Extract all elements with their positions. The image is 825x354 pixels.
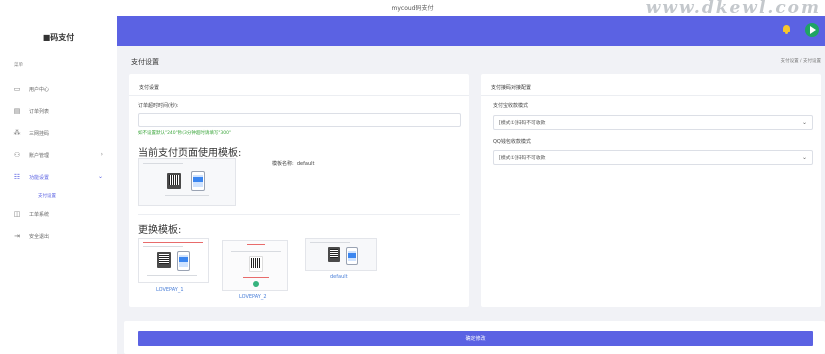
template-label[interactable]: LOVEPAY_2: [239, 294, 267, 300]
current-template-thumbnail: [138, 158, 236, 206]
divider: [129, 95, 469, 96]
sidebar-item-logout[interactable]: ⇥ 安全退出: [0, 225, 117, 247]
avatar[interactable]: [805, 23, 819, 37]
chevron-right-icon: ›: [100, 151, 103, 158]
sidebar-item-label: 账户管理: [29, 152, 50, 159]
current-template-heading: 当前支付页面使用模板:: [138, 148, 242, 159]
chevron-down-icon: ⌄: [801, 119, 807, 126]
pay-settings-card: 支付设置 订单超时时间(秒): 如不设置默认"240"秒(3分钟超时请填写"30…: [129, 74, 469, 307]
timeout-input[interactable]: [138, 113, 461, 127]
sidebar-menu: ▭ 用户中心 ▤ 订单列表 ⁂ 三网挂码 ⚇ 账户管理 › ☷ 功能设置 ⌄ 支…: [0, 78, 117, 247]
card-title: 支付设置: [139, 85, 160, 91]
sidebar-item-user-center[interactable]: ▭ 用户中心: [0, 78, 117, 100]
sidebar-subitem-pay-settings[interactable]: 支付设置: [0, 188, 117, 203]
template-label[interactable]: LOVEPAY_1: [156, 287, 184, 293]
users-icon: ⚇: [13, 151, 21, 159]
template-name-value: default: [296, 161, 315, 167]
qq-mode-select[interactable]: [模式①]扫码不可收款 ⌄: [493, 150, 813, 165]
brand-logo[interactable]: ■码支付: [0, 32, 117, 43]
template-label[interactable]: default: [330, 274, 348, 280]
header-bar: [117, 16, 825, 46]
grid-icon: ⁂: [13, 129, 21, 137]
bell-icon[interactable]: [782, 25, 791, 35]
sidebar-item-label: 安全退出: [29, 233, 50, 240]
confirm-button[interactable]: 确定修改: [138, 331, 813, 346]
play-icon: [810, 26, 816, 34]
sidebar-item-label: 功能设置: [29, 174, 50, 181]
divider: [481, 95, 821, 96]
list-icon: ▤: [13, 107, 21, 115]
template-option-lovepay-1[interactable]: [138, 238, 209, 283]
timeout-label: 订单超时时间(秒):: [138, 103, 179, 109]
sidebar-item-label: 工单系统: [29, 211, 50, 218]
logout-icon: ⇥: [14, 232, 20, 240]
pay-interface-card: 支付接码对接配置 支付宝收款模式 [模式①]扫码不可收款 ⌄ QQ钱包收款模式 …: [481, 74, 821, 307]
sidebar: ■码支付 菜单 ▭ 用户中心 ▤ 订单列表 ⁂ 三网挂码 ⚇ 账户管理 › ☷ …: [0, 16, 117, 354]
monitor-icon: ▭: [13, 85, 21, 93]
template-option-lovepay-2[interactable]: [222, 240, 288, 291]
alipay-mode-select[interactable]: [模式①]扫码不可收款 ⌄: [493, 115, 813, 130]
qq-mode-label: QQ钱包收款模式: [493, 139, 531, 145]
change-template-heading: 更换模板:: [138, 225, 182, 236]
sidebar-item-label: 三网挂码: [29, 130, 50, 137]
sidebar-item-three-network[interactable]: ⁂ 三网挂码: [0, 122, 117, 144]
divider: [138, 214, 460, 215]
page-title: 支付设置: [131, 58, 159, 66]
menu-heading: 菜单: [14, 63, 23, 68]
sidebar-item-account[interactable]: ⚇ 账户管理 ›: [0, 144, 117, 166]
template-name: 模板名称: default: [272, 161, 315, 167]
card-title: 支付接码对接配置: [491, 85, 532, 91]
settings-icon: ☷: [13, 173, 21, 181]
sidebar-item-label: 订单列表: [29, 108, 50, 115]
sidebar-item-label: 用户中心: [29, 86, 50, 93]
ticket-icon: ◫: [13, 210, 21, 218]
timeout-hint: 如不设置默认"240"秒(3分钟超时请填写"300": [138, 131, 232, 136]
sidebar-item-orders[interactable]: ▤ 订单列表: [0, 100, 117, 122]
alipay-mode-label: 支付宝收款模式: [493, 103, 529, 109]
sidebar-item-settings[interactable]: ☷ 功能设置 ⌄: [0, 166, 117, 188]
chevron-down-icon: ⌄: [801, 154, 807, 161]
sidebar-item-tickets[interactable]: ◫ 工单系统: [0, 203, 117, 225]
top-bar: mycoud码支付 www.dkewl.com: [0, 0, 825, 18]
template-option-default[interactable]: [305, 238, 377, 271]
chevron-down-icon: ⌄: [97, 173, 103, 180]
breadcrumb: 支付设置 / 支付设置: [780, 59, 821, 64]
